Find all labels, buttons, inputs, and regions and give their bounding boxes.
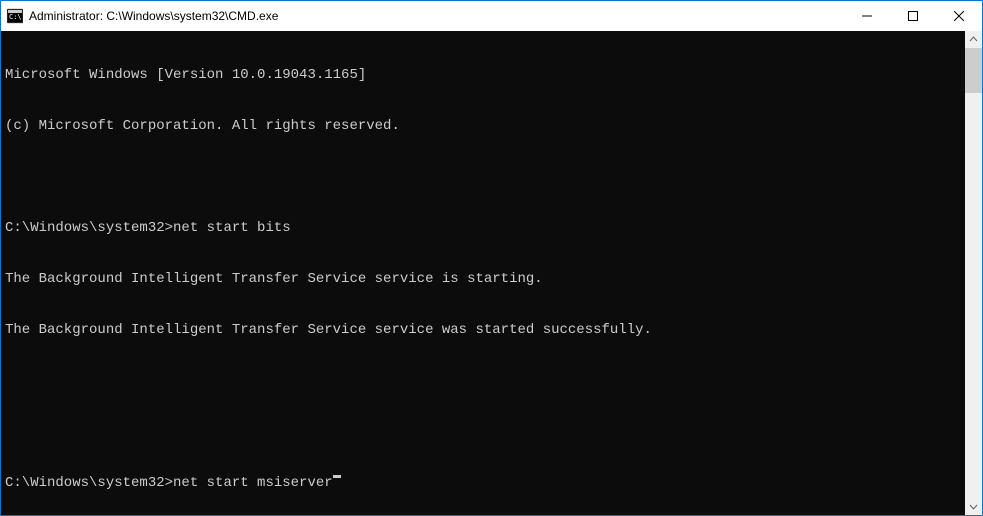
output-line: [5, 424, 961, 441]
cursor: [333, 475, 341, 478]
prompt-path: C:\Windows\system32>: [5, 475, 173, 492]
prompt-path: C:\Windows\system32>: [5, 220, 173, 237]
scroll-thumb[interactable]: [965, 48, 982, 93]
console-area: Microsoft Windows [Version 10.0.19043.11…: [1, 31, 982, 515]
cmd-icon: C:\: [7, 8, 23, 24]
output-line: (c) Microsoft Corporation. All rights re…: [5, 118, 961, 135]
scroll-track[interactable]: [965, 48, 982, 498]
window-title: Administrator: C:\Windows\system32\CMD.e…: [29, 9, 844, 23]
close-button[interactable]: [936, 1, 982, 31]
output-line: The Background Intelligent Transfer Serv…: [5, 322, 961, 339]
output-line: [5, 373, 961, 390]
console-output[interactable]: Microsoft Windows [Version 10.0.19043.11…: [1, 31, 965, 515]
minimize-button[interactable]: [844, 1, 890, 31]
output-line: [5, 169, 961, 186]
output-line: The Background Intelligent Transfer Serv…: [5, 271, 961, 288]
prompt-line: C:\Windows\system32>net start bits: [5, 220, 961, 237]
cmd-window: C:\ Administrator: C:\Windows\system32\C…: [1, 1, 982, 515]
window-controls: [844, 1, 982, 31]
prompt-command: net start bits: [173, 220, 291, 237]
current-prompt-line: C:\Windows\system32>net start msiserver: [5, 475, 961, 492]
vertical-scrollbar[interactable]: [965, 31, 982, 515]
output-line: Microsoft Windows [Version 10.0.19043.11…: [5, 67, 961, 84]
maximize-button[interactable]: [890, 1, 936, 31]
titlebar[interactable]: C:\ Administrator: C:\Windows\system32\C…: [1, 1, 982, 31]
prompt-command: net start msiserver: [173, 475, 333, 492]
svg-text:C:\: C:\: [9, 13, 22, 21]
scroll-down-button[interactable]: [965, 498, 982, 515]
scroll-up-button[interactable]: [965, 31, 982, 48]
